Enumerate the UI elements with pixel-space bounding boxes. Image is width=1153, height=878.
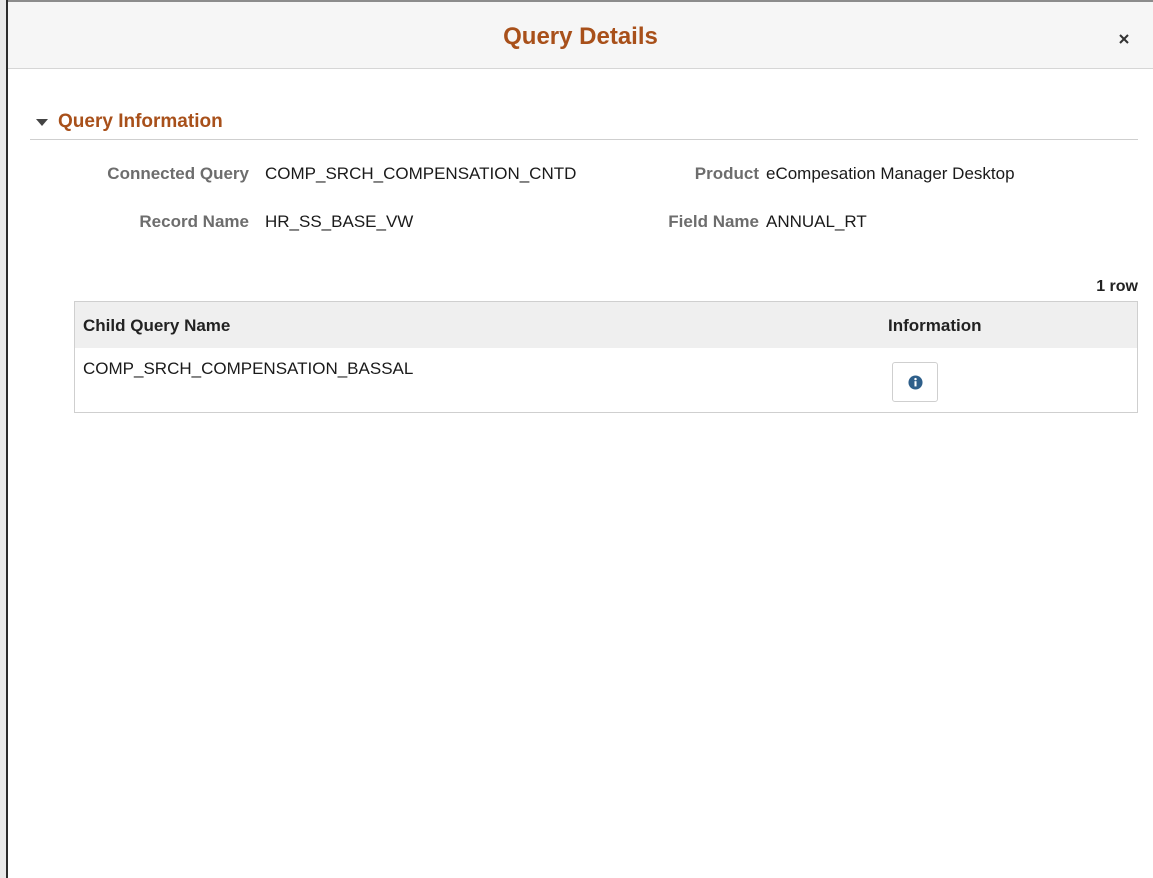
modal-title: Query Details [503, 23, 658, 50]
caret-down-icon [36, 119, 48, 126]
information-button[interactable] [892, 362, 938, 402]
child-query-grid: Child Query Name Information COMP_SRCH_C… [74, 301, 1138, 413]
background-page-edge [0, 0, 8, 878]
section-title: Query Information [58, 111, 223, 132]
connected-query-label: Connected Query [107, 164, 249, 183]
modal-header: Query Details [8, 2, 1153, 69]
close-button[interactable] [1112, 26, 1136, 50]
field-name-label: Field Name [668, 212, 759, 231]
connected-query-value: COMP_SRCH_COMPENSATION_CNTD [265, 164, 577, 183]
grid-header-row: Child Query Name Information [75, 302, 1137, 348]
row-count: 1 row [1096, 278, 1138, 295]
info-icon [908, 375, 923, 390]
record-name-value: HR_SS_BASE_VW [265, 212, 414, 231]
product-label: Product [694, 164, 759, 183]
column-header-child-query-name: Child Query Name [83, 316, 231, 335]
record-name-label: Record Name [139, 212, 249, 231]
field-name-value: ANNUAL_RT [766, 212, 867, 231]
child-query-name-cell: COMP_SRCH_COMPENSATION_BASSAL [83, 359, 414, 378]
close-icon [1119, 34, 1129, 44]
column-header-information: Information [888, 316, 982, 335]
query-details-modal: Query Details Query Information Connecte… [8, 0, 1153, 878]
product-value: eCompesation Manager Desktop [766, 164, 1015, 183]
query-information-section-toggle[interactable]: Query Information [30, 110, 1138, 140]
